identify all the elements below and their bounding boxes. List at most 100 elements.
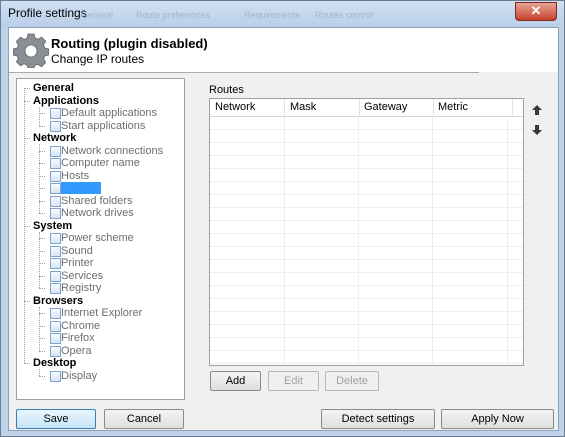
checkbox-icon[interactable] [50, 283, 61, 294]
checkbox-icon[interactable] [50, 258, 61, 269]
checkbox-icon[interactable] [50, 233, 61, 244]
tree-item-hosts[interactable]: Hosts [50, 169, 90, 182]
checkbox-icon[interactable] [50, 370, 61, 382]
tree-item-power-scheme[interactable]: Power scheme [50, 232, 134, 244]
checkbox-icon[interactable] [50, 170, 61, 182]
checkbox-icon[interactable] [50, 320, 61, 332]
tree-category-browsers[interactable]: Browsers [33, 295, 83, 307]
gear-icon [13, 33, 49, 68]
table-row [210, 156, 523, 169]
close-button[interactable]: ✕ [515, 2, 557, 21]
tree-line [24, 300, 30, 302]
tree-item-start-applications[interactable]: Start applications [50, 119, 146, 132]
title-bar[interactable]: Profile settings General Route preferenc… [1, 1, 564, 27]
tree-line [39, 113, 45, 114]
tree-item-label: Sound [61, 244, 93, 257]
settings-tree[interactable]: General Applications Default applications S… [16, 78, 185, 400]
tree-item-label: Shared folders [61, 194, 133, 207]
table-row [210, 208, 523, 221]
checkbox-icon[interactable] [50, 208, 61, 219]
detect-settings-button[interactable]: Detect settings [321, 409, 435, 429]
tree-category-applications[interactable]: Applications [33, 95, 99, 107]
checkbox-icon[interactable] [50, 120, 61, 132]
close-icon: ✕ [530, 3, 542, 18]
tree-item-sound[interactable]: Sound [50, 244, 93, 257]
column-header-metric[interactable]: Metric [433, 99, 513, 116]
checkbox-icon[interactable] [50, 245, 61, 257]
tree-line [39, 163, 45, 164]
cancel-button[interactable]: Cancel [104, 409, 184, 429]
checkbox-icon[interactable] [50, 183, 61, 194]
tree-item-printer[interactable]: Printer [50, 257, 93, 269]
tree-item-default-applications[interactable]: Default applications [50, 107, 157, 119]
table-row [210, 260, 523, 273]
tree-item-label: Hosts [61, 169, 90, 182]
tree-item-label: Start applications [61, 119, 146, 132]
delete-button[interactable]: Delete [325, 371, 379, 391]
tree-item-label: Network connections [61, 144, 164, 157]
arrow-down-icon[interactable] [531, 124, 543, 136]
tree-item-network-connections[interactable]: Network connections [50, 144, 164, 157]
column-header-mask[interactable]: Mask [285, 99, 360, 116]
tree-item-registry[interactable]: Registry [50, 282, 102, 294]
tree-category-desktop[interactable]: Desktop [33, 357, 76, 369]
tree-line [39, 200, 45, 202]
tree-item-label: Power scheme [61, 232, 134, 244]
tree-item-label: Internet Explorer [61, 307, 143, 319]
tree-item-label: Registry [61, 282, 102, 294]
tree-category-general[interactable]: General [33, 82, 74, 94]
tree-item-opera[interactable]: Opera [50, 345, 92, 357]
checkbox-icon[interactable] [50, 145, 61, 157]
tree-item-computer-name[interactable]: Computer name [50, 157, 140, 169]
save-button[interactable]: Save [16, 409, 96, 429]
page-subtitle: Change IP routes [51, 52, 145, 66]
routes-label: Routes [209, 84, 244, 96]
arrow-up-icon[interactable] [531, 104, 543, 116]
tree-line [39, 325, 45, 327]
tree-line [39, 263, 45, 264]
tree-item-chrome[interactable]: Chrome [50, 319, 101, 332]
tree-item-firefox[interactable]: Firefox [50, 332, 95, 344]
tree-line [39, 188, 45, 189]
tree-category-system[interactable]: System [33, 220, 72, 232]
table-row [210, 143, 523, 156]
tree-line [39, 375, 45, 377]
tree-line [24, 88, 30, 89]
checkbox-icon[interactable] [50, 308, 61, 319]
tree-item-internet-explorer[interactable]: Internet Explorer [50, 307, 143, 319]
tree-line [39, 213, 45, 214]
table-row [210, 221, 523, 234]
table-row [210, 286, 523, 299]
page-title: Routing (plugin disabled) [51, 36, 208, 51]
tree-line [39, 250, 45, 252]
tree-line [39, 231, 40, 288]
routes-table[interactable]: Network Mask Gateway Metric [209, 98, 524, 366]
header-divider [9, 72, 479, 73]
checkbox-icon[interactable] [50, 333, 61, 344]
tree-item-label: Services [61, 269, 104, 282]
tree-item-label: Routing [61, 182, 101, 194]
tree-item-network-drives[interactable]: Network drives [50, 207, 134, 219]
column-header-network[interactable]: Network [210, 99, 285, 116]
checkbox-icon[interactable] [50, 270, 61, 282]
edit-button[interactable]: Edit [268, 371, 319, 391]
checkbox-icon[interactable] [50, 345, 61, 357]
tree-item-services[interactable]: Services [50, 269, 104, 282]
checkbox-icon[interactable] [50, 158, 61, 169]
profile-settings-window: Profile settings General Route preferenc… [0, 0, 565, 437]
tree-line [39, 288, 45, 289]
tree-item-display[interactable]: Display [50, 370, 97, 382]
apply-now-button[interactable]: Apply Now [441, 409, 554, 429]
tree-category-network[interactable]: Network [33, 132, 76, 144]
tree-line [39, 275, 45, 277]
add-button[interactable]: Add [210, 371, 261, 391]
checkbox-icon[interactable] [50, 195, 61, 207]
tree-item-routing[interactable]: Routing [50, 182, 101, 194]
table-row [210, 130, 523, 143]
ghost-tab: General [81, 10, 114, 20]
tree-item-label: Chrome [61, 319, 101, 332]
tree-item-shared-folders[interactable]: Shared folders [50, 194, 133, 207]
checkbox-icon[interactable] [50, 108, 61, 119]
tree-line [24, 225, 30, 227]
column-header-gateway[interactable]: Gateway [359, 99, 434, 116]
